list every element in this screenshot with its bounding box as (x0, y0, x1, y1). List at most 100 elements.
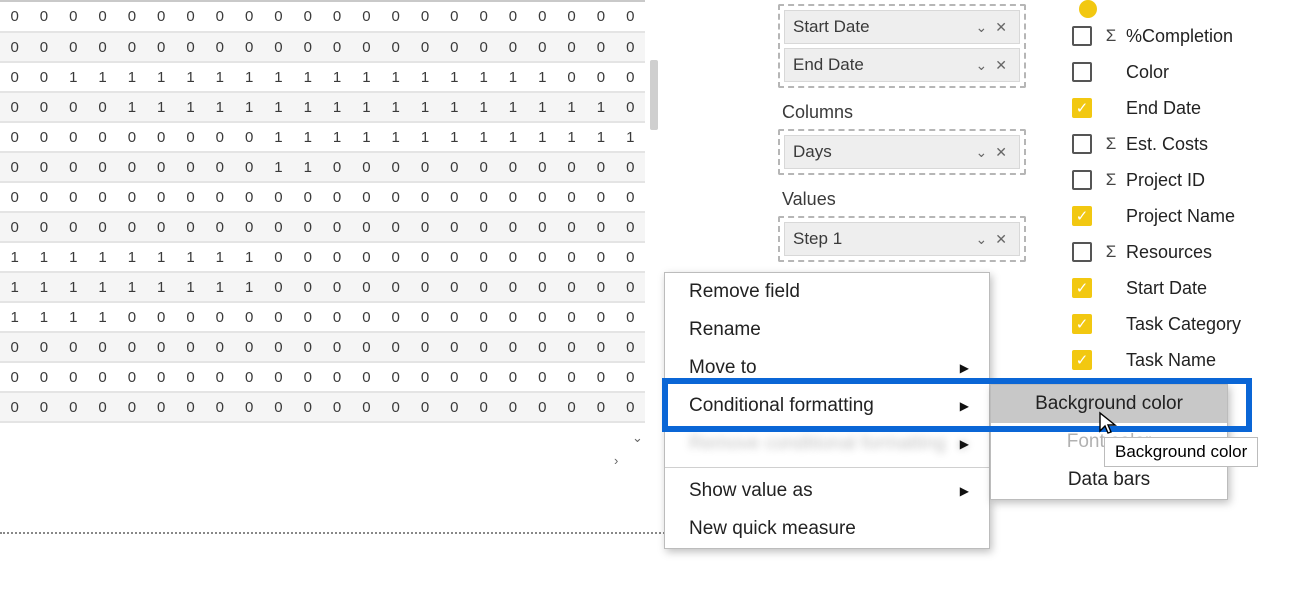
field-label: %Completion (1126, 26, 1233, 47)
matrix-cell: 0 (176, 152, 205, 182)
field-label: Task Category (1126, 314, 1241, 335)
matrix-cell: 1 (147, 92, 176, 122)
matrix-cell: 0 (528, 152, 557, 182)
context-menu-item[interactable]: Rename (665, 311, 989, 349)
matrix-cell: 1 (117, 92, 146, 122)
context-menu-item-label: New quick measure (689, 518, 856, 540)
field-checkbox[interactable] (1072, 134, 1092, 154)
field-item[interactable]: ΣProject ID (1072, 162, 1292, 198)
mini-scrollbar[interactable] (650, 60, 658, 130)
matrix-cell: 1 (440, 92, 469, 122)
matrix-cell: 0 (381, 212, 410, 242)
field-wells-panel: Start Date⌄✕End Date⌄✕ Columns Days⌄✕ Va… (772, 0, 1032, 262)
matrix-cell: 1 (528, 92, 557, 122)
matrix-cell: 0 (586, 62, 615, 92)
field-item[interactable]: ✓ΣTask Category (1072, 306, 1292, 342)
context-menu-item-label: Remove field (689, 281, 800, 303)
context-menu-item[interactable]: Move to▶ (665, 349, 989, 387)
field-item[interactable]: ΣResources (1072, 234, 1292, 270)
field-item[interactable]: ✓ΣProject Name (1072, 198, 1292, 234)
rows-bucket[interactable]: Start Date⌄✕ End Date⌄✕ (778, 4, 1026, 88)
chevron-down-icon[interactable]: ⌄ (972, 231, 992, 248)
field-item[interactable]: ✓ΣStart Date (1072, 270, 1292, 306)
matrix-cell: 0 (264, 392, 293, 422)
matrix-cell: 0 (381, 32, 410, 62)
chevron-down-icon[interactable]: ⌄ (972, 57, 992, 74)
matrix-cell: 0 (410, 332, 439, 362)
matrix-cell: 0 (205, 362, 234, 392)
context-menu-item[interactable]: Remove field (665, 273, 989, 311)
matrix-cell: 0 (381, 332, 410, 362)
columns-bucket[interactable]: Days ⌄✕ (778, 129, 1026, 175)
matrix-cell: 1 (59, 62, 88, 92)
field-checkbox[interactable]: ✓ (1072, 278, 1092, 298)
context-menu[interactable]: Remove field Rename Move to▶Conditional fo… (664, 272, 990, 549)
close-icon[interactable]: ✕ (991, 231, 1011, 248)
field-item[interactable]: Σ%Completion (1072, 18, 1292, 54)
chevron-down-icon[interactable]: ⌄ (972, 19, 992, 36)
matrix-cell: 0 (352, 212, 381, 242)
field-item[interactable]: ΣEst. Costs (1072, 126, 1292, 162)
matrix-cell: 0 (557, 242, 586, 272)
matrix-cell: 0 (0, 362, 29, 392)
field-item[interactable]: ✓ΣEnd Date (1072, 90, 1292, 126)
matrix-cell: 0 (469, 212, 498, 242)
field-item[interactable]: ✓ΣTask Name (1072, 342, 1292, 378)
matrix-cell: 1 (176, 242, 205, 272)
matrix-cell: 0 (410, 2, 439, 32)
matrix-cell: 0 (469, 302, 498, 332)
field-label: Project Name (1126, 206, 1235, 227)
columns-pill-label: Days (793, 142, 832, 162)
matrix-cell: 0 (147, 392, 176, 422)
matrix-cell: 0 (410, 392, 439, 422)
field-checkbox[interactable] (1072, 242, 1092, 262)
close-icon[interactable]: ✕ (991, 144, 1011, 161)
fields-list: Σ%CompletionΣColor✓ΣEnd DateΣEst. CostsΣ… (1072, 18, 1292, 378)
matrix-cell: 0 (557, 302, 586, 332)
scroll-right-icon[interactable]: › (614, 453, 618, 468)
values-pill-label: Step 1 (793, 229, 842, 249)
matrix-cell: 0 (440, 272, 469, 302)
field-checkbox[interactable]: ✓ (1072, 350, 1092, 370)
matrix-cell: 0 (29, 2, 58, 32)
matrix-cell: 0 (176, 332, 205, 362)
values-bucket[interactable]: Step 1 ⌄✕ (778, 216, 1026, 262)
rows-pill[interactable]: End Date⌄✕ (784, 48, 1020, 82)
field-checkbox[interactable] (1072, 62, 1092, 82)
context-menu-item[interactable]: Show value as▶ (665, 472, 989, 510)
matrix-cell: 0 (557, 152, 586, 182)
matrix-cell: 1 (29, 242, 58, 272)
context-menu-item[interactable]: Conditional formatting▶ (665, 387, 989, 425)
field-checkbox[interactable]: ✓ (1072, 98, 1092, 118)
context-menu-item-label: Rename (689, 319, 761, 341)
field-checkbox[interactable] (1072, 170, 1092, 190)
field-checkbox[interactable] (1072, 26, 1092, 46)
matrix-cell: 0 (616, 332, 645, 362)
matrix-cell: 0 (264, 242, 293, 272)
field-checkbox[interactable]: ✓ (1072, 314, 1092, 334)
context-menu-item[interactable]: Remove conditional formatting▶ (665, 425, 989, 463)
columns-pill[interactable]: Days ⌄✕ (784, 135, 1020, 169)
context-menu-item[interactable]: New quick measure (665, 510, 989, 548)
matrix-cell: 0 (528, 272, 557, 302)
matrix-cell: 0 (557, 392, 586, 422)
matrix-cell: 0 (176, 182, 205, 212)
close-icon[interactable]: ✕ (991, 19, 1011, 36)
scroll-down-icon[interactable]: ⌄ (632, 430, 643, 446)
field-item[interactable]: ΣColor (1072, 54, 1292, 90)
field-checkbox[interactable]: ✓ (1072, 206, 1092, 226)
matrix-cell: 1 (293, 122, 322, 152)
rows-pill[interactable]: Start Date⌄✕ (784, 10, 1020, 44)
submenu-item[interactable]: Background color (991, 385, 1227, 423)
chevron-down-icon[interactable]: ⌄ (972, 144, 992, 161)
values-pill[interactable]: Step 1 ⌄✕ (784, 222, 1020, 256)
matrix-cell: 0 (586, 242, 615, 272)
field-label: Project ID (1126, 170, 1205, 191)
matrix-cell: 0 (29, 32, 58, 62)
matrix-cell: 0 (0, 392, 29, 422)
close-icon[interactable]: ✕ (991, 57, 1011, 74)
matrix-visual[interactable]: 0000000000000000000000000000000000000000… (0, 0, 645, 475)
matrix-cell: 0 (117, 152, 146, 182)
matrix-cell: 0 (557, 332, 586, 362)
matrix-cell: 0 (235, 32, 264, 62)
